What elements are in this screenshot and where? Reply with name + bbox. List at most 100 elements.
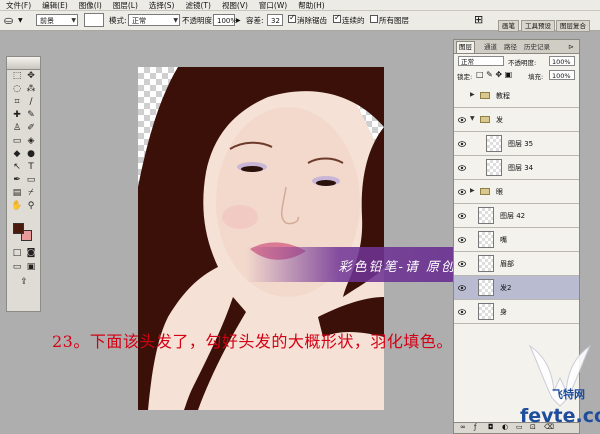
zoom-icon[interactable]: ⚲ bbox=[25, 201, 37, 212]
toolbox: ⬚ ✥ ◌ ⁂ ⌗ ∕ ✚ ✎ ♙ ✐ ▭ ◈ ◆ ● ↖ T ✒ ▭ ▤ ⌿ … bbox=[6, 56, 41, 312]
fill-source-value: 前景 bbox=[40, 17, 54, 25]
menu-help[interactable]: 帮助(H) bbox=[298, 0, 325, 11]
quickmask-mode-icon[interactable]: ◙ bbox=[25, 248, 37, 259]
chevron-right-icon[interactable]: ▶ bbox=[470, 187, 475, 194]
mode-select[interactable]: 正常 ▼ bbox=[128, 14, 180, 26]
jump-to-imageready-icon[interactable]: ⇪ bbox=[18, 277, 30, 288]
healing-icon[interactable]: ✚ bbox=[11, 110, 23, 121]
stamp-icon[interactable]: ♙ bbox=[11, 123, 23, 134]
brush-icon[interactable]: ✎ bbox=[25, 110, 37, 121]
slice-icon[interactable]: ∕ bbox=[25, 97, 37, 108]
panel-menu-icon[interactable]: ⊳ bbox=[566, 42, 576, 53]
hand-icon[interactable]: ✋ bbox=[11, 201, 23, 212]
type-icon[interactable]: T bbox=[25, 162, 37, 173]
eye-icon[interactable] bbox=[458, 260, 466, 267]
foreground-color-swatch[interactable] bbox=[13, 223, 24, 234]
fill-source-select[interactable]: 前景 ▼ bbox=[36, 14, 78, 26]
lock-label: 锁定: bbox=[457, 73, 473, 81]
eye-icon[interactable] bbox=[458, 92, 466, 98]
move-icon[interactable]: ✥ bbox=[25, 71, 37, 82]
menu-window[interactable]: 窗口(W) bbox=[259, 0, 287, 11]
contiguous-checkbox[interactable] bbox=[333, 13, 341, 23]
palette-well-icon[interactable]: ⊞ bbox=[474, 13, 483, 26]
opacity-input[interactable]: 100% bbox=[213, 14, 237, 26]
notes-icon[interactable]: ▤ bbox=[11, 188, 23, 199]
magic-wand-icon[interactable]: ⁂ bbox=[25, 84, 37, 95]
tab-history[interactable]: 历史记录 bbox=[522, 42, 552, 53]
path-select-icon[interactable]: ↖ bbox=[11, 162, 23, 173]
link-layers-icon[interactable]: ∞ bbox=[460, 423, 466, 431]
eyedropper-icon[interactable]: ⌿ bbox=[25, 188, 37, 199]
tab-channels[interactable]: 通道 bbox=[482, 42, 499, 53]
contiguous-label: 连续的 bbox=[342, 16, 365, 25]
watermark-site: fevte.com bbox=[520, 405, 600, 427]
adjustment-layer-icon[interactable]: ◐ bbox=[502, 423, 508, 431]
layer-name: 教程 bbox=[496, 92, 510, 100]
layer-row[interactable]: ▶ 教程 bbox=[454, 84, 579, 108]
menu-layer[interactable]: 图层(L) bbox=[113, 0, 138, 11]
eraser-icon[interactable]: ▭ bbox=[11, 136, 23, 147]
layer-name: 图层 34 bbox=[508, 164, 534, 172]
paint-bucket-tool-icon[interactable]: ◈ bbox=[25, 136, 37, 147]
eye-icon[interactable] bbox=[458, 188, 466, 195]
layer-opacity-input[interactable]: 100% bbox=[549, 56, 575, 66]
eye-icon[interactable] bbox=[458, 284, 466, 291]
tolerance-input[interactable]: 32 bbox=[267, 14, 283, 26]
layer-name: 嘴 bbox=[500, 236, 507, 244]
toolbox-header[interactable] bbox=[7, 57, 40, 70]
chevron-right-icon[interactable]: ▶ bbox=[470, 91, 475, 98]
paint-bucket-icon[interactable]: ⛀ bbox=[4, 14, 13, 27]
blend-mode-select[interactable]: 正常 bbox=[458, 56, 504, 66]
eye-icon[interactable] bbox=[458, 236, 466, 243]
layer-row[interactable]: 身 bbox=[454, 300, 579, 324]
menu-view[interactable]: 视图(V) bbox=[222, 0, 248, 11]
menu-file[interactable]: 文件(F) bbox=[6, 0, 31, 11]
layer-row[interactable]: ▼ 发 bbox=[454, 108, 579, 132]
pattern-picker[interactable] bbox=[84, 13, 104, 27]
layer-row[interactable]: 嘴 bbox=[454, 228, 579, 252]
layer-row[interactable]: 图层 42 bbox=[454, 204, 579, 228]
layer-mask-icon[interactable]: ◘ bbox=[488, 423, 494, 431]
layer-row[interactable]: 眉部 bbox=[454, 252, 579, 276]
tab-layer-comps[interactable]: 图层复合 bbox=[556, 20, 590, 32]
layer-thumbnail bbox=[486, 159, 502, 176]
menu-image[interactable]: 图像(I) bbox=[79, 0, 102, 11]
tab-paths[interactable]: 路径 bbox=[502, 42, 519, 53]
marquee-icon[interactable]: ⬚ bbox=[11, 71, 23, 82]
eye-icon[interactable] bbox=[458, 164, 466, 171]
pen-icon[interactable]: ✒ bbox=[11, 175, 23, 186]
tab-layers[interactable]: 图层 bbox=[456, 41, 475, 53]
dodge-icon[interactable]: ● bbox=[25, 149, 37, 160]
antialias-checkbox[interactable] bbox=[288, 13, 296, 23]
tab-tool-presets[interactable]: 工具预设 bbox=[521, 20, 555, 32]
menu-select[interactable]: 选择(S) bbox=[149, 0, 175, 11]
opacity-slider-icon[interactable]: ▶ bbox=[236, 14, 241, 27]
fill-input[interactable]: 100% bbox=[549, 70, 575, 80]
lasso-icon[interactable]: ◌ bbox=[11, 84, 23, 95]
shape-icon[interactable]: ▭ bbox=[25, 175, 37, 186]
standard-mode-icon[interactable]: □ bbox=[11, 248, 23, 259]
layer-row[interactable]: 发2 bbox=[454, 276, 579, 300]
layer-style-icon[interactable]: ƒ bbox=[474, 423, 476, 431]
eye-icon[interactable] bbox=[458, 308, 466, 315]
eye-icon[interactable] bbox=[458, 212, 466, 219]
lock-icons[interactable]: □ ✎ ✥ ▣ bbox=[476, 70, 512, 79]
eye-icon[interactable] bbox=[458, 116, 466, 123]
layer-opacity-label: 不透明度: bbox=[508, 59, 537, 67]
chevron-down-icon[interactable]: ▼ bbox=[470, 115, 475, 122]
crop-icon[interactable]: ⌗ bbox=[11, 97, 23, 108]
layer-row[interactable]: 图层 35 bbox=[454, 132, 579, 156]
menu-filter[interactable]: 滤镜(T) bbox=[186, 0, 211, 11]
blur-icon[interactable]: ◆ bbox=[11, 149, 23, 160]
all-layers-checkbox[interactable] bbox=[370, 15, 378, 23]
layer-row[interactable]: 图层 34 bbox=[454, 156, 579, 180]
history-brush-icon[interactable]: ✐ bbox=[25, 123, 37, 134]
menu-edit[interactable]: 编辑(E) bbox=[42, 0, 68, 11]
eye-icon[interactable] bbox=[458, 140, 466, 147]
tab-brushes[interactable]: 画笔 bbox=[498, 20, 519, 32]
layer-row[interactable]: ▶ 眼 bbox=[454, 180, 579, 204]
document-canvas[interactable] bbox=[138, 67, 384, 410]
screen-mode-icon[interactable]: ▭ bbox=[11, 262, 23, 273]
tool-preset-dropdown-icon[interactable]: ▼ bbox=[18, 14, 23, 27]
fullscreen-mode-icon[interactable]: ▣ bbox=[25, 262, 37, 273]
